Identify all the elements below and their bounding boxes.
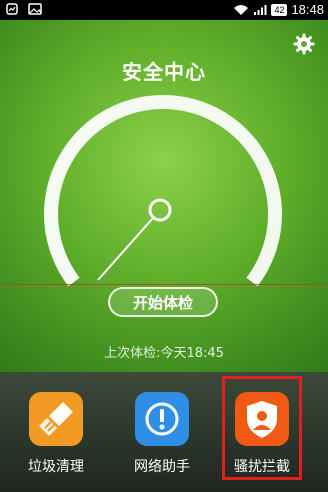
gauge-hub	[148, 198, 172, 222]
divider-line	[0, 284, 328, 285]
tool-label: 网络助手	[134, 459, 190, 475]
highlight-box	[222, 376, 302, 480]
status-bar: 42 18:48	[0, 0, 328, 20]
exclamation-icon	[135, 392, 189, 446]
gauge-arc-shade	[44, 109, 114, 287]
status-time: 18:48	[291, 2, 324, 17]
status-bar-right: 42 18:48	[233, 2, 324, 17]
scan-gauge	[44, 95, 282, 287]
tool-network-assistant[interactable]: 网络助手	[122, 392, 202, 476]
broom-icon	[29, 392, 83, 446]
last-check-text: 上次体检:今天18:45	[104, 346, 224, 361]
wifi-icon	[234, 4, 249, 15]
signal-icon	[254, 4, 267, 15]
notification-icon	[6, 3, 18, 15]
image-icon	[28, 3, 42, 15]
battery-indicator: 42	[271, 3, 288, 16]
start-scan-button[interactable]: 开始体检	[108, 287, 218, 317]
status-bar-left	[6, 3, 42, 15]
tool-junk-clean[interactable]: 垃圾清理	[16, 392, 96, 476]
tools-bar: 垃圾清理 网络助手 骚扰拦截	[0, 372, 328, 492]
tool-label: 垃圾清理	[28, 459, 84, 475]
security-center-panel: 安全中心 开始体检 上次体检:今天18:45	[0, 20, 328, 372]
gauge-needle	[97, 217, 154, 281]
